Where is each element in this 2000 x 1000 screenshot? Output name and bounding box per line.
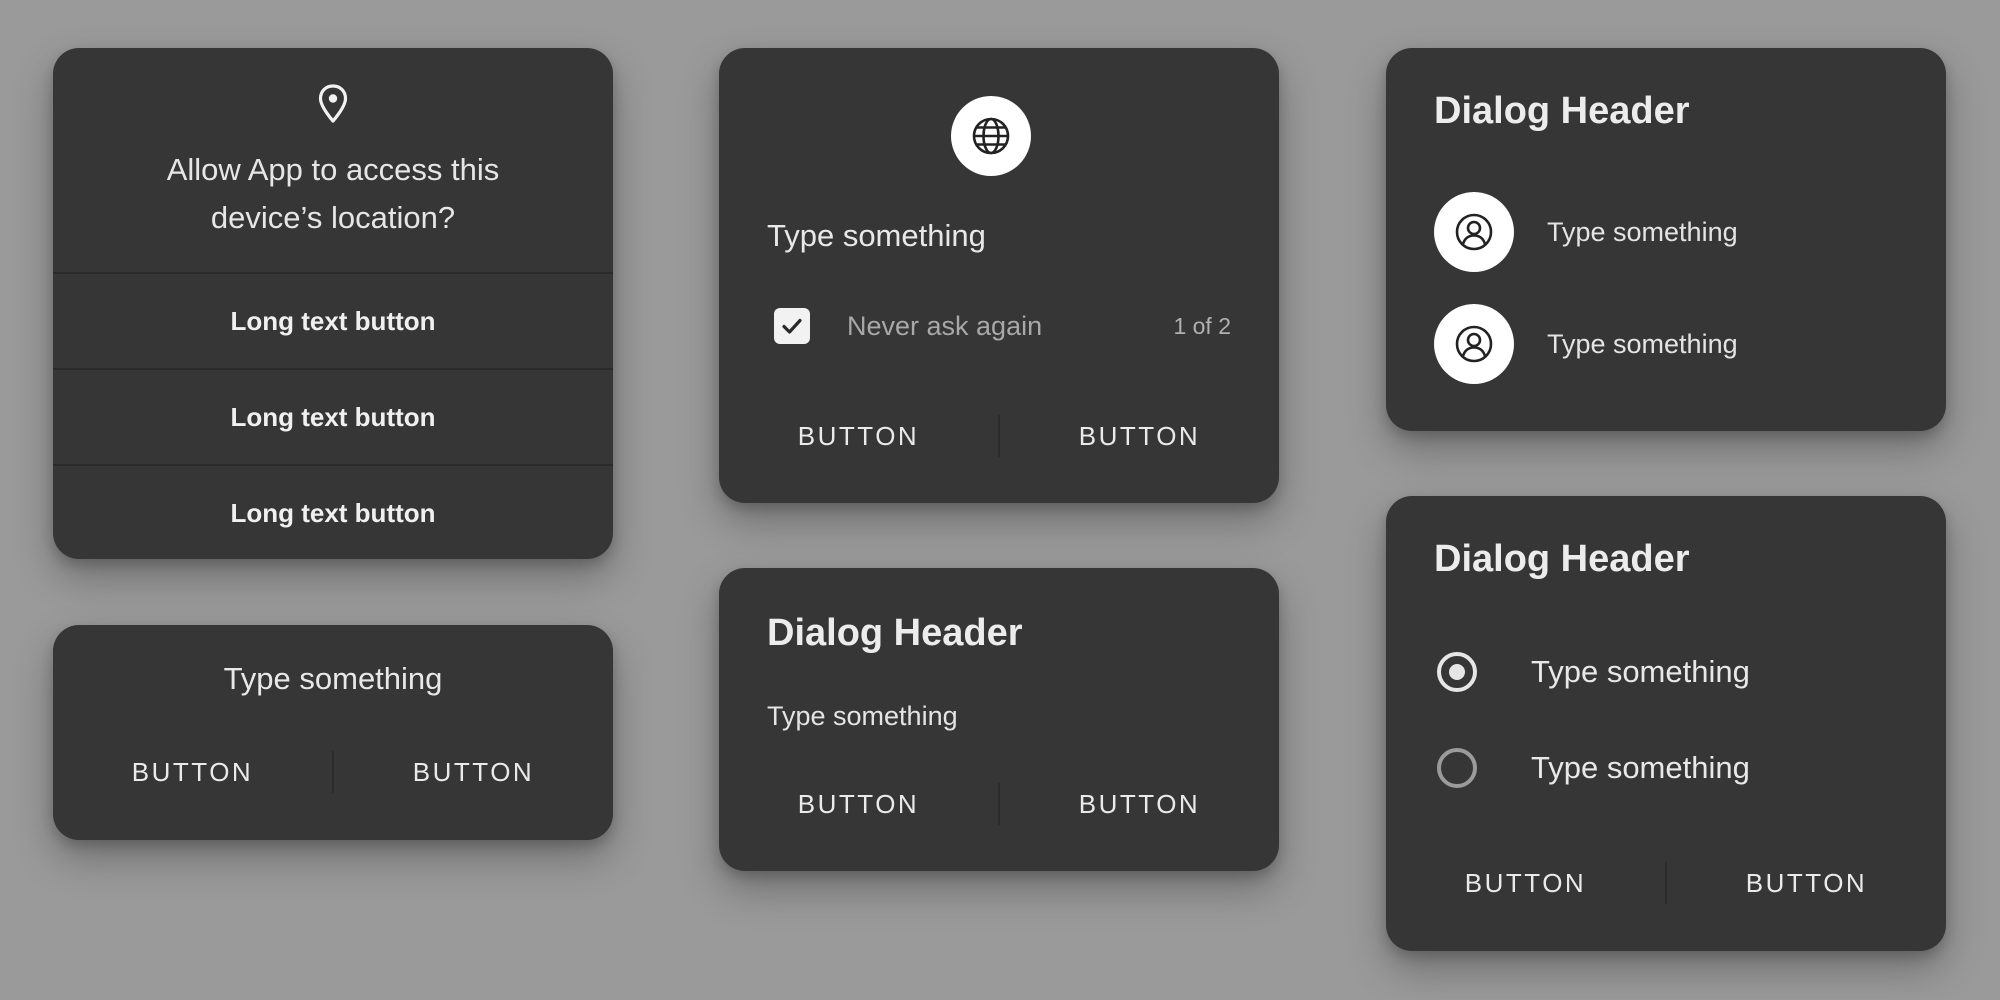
list-item-label: Type something: [1547, 216, 1738, 247]
checkmark-icon: [782, 318, 802, 334]
long-text-button[interactable]: Long text button: [53, 368, 613, 464]
dialog-message: Type something: [767, 218, 986, 253]
radio-label: Type something: [1531, 750, 1750, 785]
dialog-header: Dialog Header: [1434, 90, 1690, 132]
dialog-button[interactable]: BUTTON: [53, 757, 332, 788]
button-row: BUTTON BUTTON: [719, 401, 1279, 471]
button-row: BUTTON BUTTON: [719, 769, 1279, 839]
dialog-button[interactable]: BUTTON: [1000, 421, 1279, 452]
dialog-button[interactable]: BUTTON: [719, 421, 998, 452]
globe-icon: [972, 117, 1010, 155]
list-item[interactable]: Type something: [1434, 304, 1738, 384]
radio-option[interactable]: Type something: [1437, 746, 1750, 790]
avatar: [1434, 304, 1514, 384]
simple-dialog: Type something BUTTON BUTTON: [53, 625, 613, 840]
dialog-header: Dialog Header: [1434, 538, 1690, 580]
user-list-dialog: Dialog Header Type something Type someth…: [1386, 48, 1946, 431]
dialog-button[interactable]: BUTTON: [1000, 789, 1279, 820]
dialog-content: Allow App to access this device’s locati…: [53, 48, 613, 272]
radio-button-selected[interactable]: [1437, 652, 1477, 692]
dialog-button[interactable]: BUTTON: [1667, 868, 1946, 899]
header-text-dialog: Dialog Header Type something BUTTON BUTT…: [719, 568, 1279, 871]
dialog-button[interactable]: BUTTON: [719, 789, 998, 820]
dialog-button[interactable]: BUTTON: [334, 757, 613, 788]
radio-option[interactable]: Type something: [1437, 650, 1750, 694]
long-text-button[interactable]: Long text button: [53, 464, 613, 559]
dialog-title: Allow App to access this device’s locati…: [166, 152, 500, 235]
long-text-button[interactable]: Long text button: [53, 272, 613, 368]
list-item[interactable]: Type something: [1434, 192, 1738, 272]
page-indicator: 1 of 2: [1173, 313, 1231, 339]
checkbox-label: Never ask again: [847, 311, 1043, 341]
dialog-header: Dialog Header: [767, 612, 1023, 654]
button-row: BUTTON BUTTON: [53, 737, 613, 807]
globe-dialog: Type something Never ask again 1 of 2 BU…: [719, 48, 1279, 503]
button-row: BUTTON BUTTON: [1386, 848, 1946, 918]
avatar: [1434, 192, 1514, 272]
location-pin-icon: [318, 84, 348, 123]
location-permission-dialog: Allow App to access this device’s locati…: [53, 48, 613, 559]
user-icon: [1455, 213, 1493, 251]
user-icon: [1455, 325, 1493, 363]
radio-choice-dialog: Dialog Header Type something Type someth…: [1386, 496, 1946, 951]
dialog-message: Type something: [223, 661, 443, 696]
radio-label: Type something: [1531, 654, 1750, 689]
dialog-button[interactable]: BUTTON: [1386, 868, 1665, 899]
globe-icon-badge: [951, 96, 1031, 176]
never-ask-checkbox[interactable]: [774, 308, 810, 344]
dialog-message: Type something: [767, 701, 958, 731]
radio-button-unselected[interactable]: [1437, 748, 1477, 788]
list-item-label: Type something: [1547, 328, 1738, 359]
